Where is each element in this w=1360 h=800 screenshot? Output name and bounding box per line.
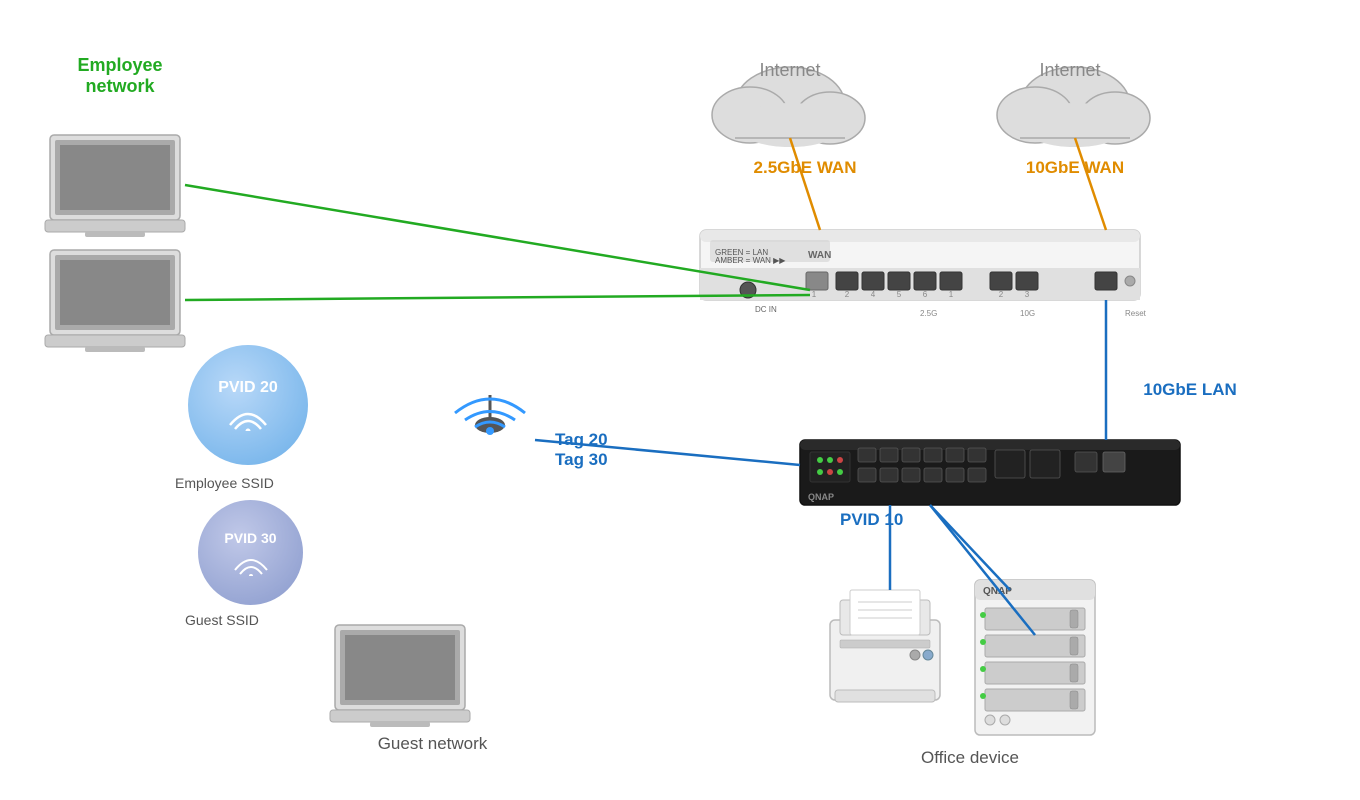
wifi-access-point — [455, 395, 525, 435]
office-device-label: Office device — [890, 748, 1050, 768]
lan-10gbe-label: 10GbE LAN — [1130, 380, 1250, 400]
wan-label-2: 10GbE WAN — [1010, 158, 1140, 178]
svg-text:QNAP: QNAP — [808, 492, 834, 502]
internet-label-1: Internet — [730, 60, 850, 81]
network-diagram: GREEN = LAN AMBER = WAN ▶▶ WAN — [0, 0, 1360, 800]
pvid-20-label: PVID 20 — [218, 379, 278, 397]
svg-text:2: 2 — [999, 290, 1004, 299]
laptop-guest — [330, 625, 470, 727]
wan-label-1: 2.5GbE WAN — [740, 158, 870, 178]
pvid-20-circle: PVID 20 — [188, 345, 308, 465]
nas-device: QNAP — [975, 580, 1095, 735]
svg-text:2.5G: 2.5G — [920, 309, 937, 318]
pvid-10-label: PVID 10 — [840, 510, 903, 530]
svg-text:WAN: WAN — [808, 250, 831, 261]
guest-network-label: Guest network — [340, 734, 525, 754]
laptop-employee-1 — [45, 135, 185, 237]
svg-text:10G: 10G — [1020, 309, 1035, 318]
pvid-30-label: PVID 30 — [224, 530, 276, 546]
svg-text:2: 2 — [845, 290, 850, 299]
svg-text:3: 3 — [1025, 290, 1030, 299]
employee-ssid-label: Employee SSID — [175, 475, 274, 491]
svg-text:4: 4 — [871, 290, 876, 299]
pvid-30-circle: PVID 30 — [198, 500, 303, 605]
tag-label: Tag 20 Tag 30 — [555, 430, 608, 470]
laptop-employee-2 — [45, 250, 185, 352]
svg-text:Reset: Reset — [1125, 309, 1147, 318]
svg-text:DC IN: DC IN — [755, 305, 777, 314]
employee-network-label: Employee network — [55, 55, 185, 97]
svg-text:AMBER = WAN ▶▶: AMBER = WAN ▶▶ — [715, 256, 786, 265]
svg-text:1: 1 — [812, 290, 817, 299]
guest-ssid-label: Guest SSID — [185, 612, 259, 628]
printer-device — [830, 590, 940, 702]
managed-switch: QNAP — [800, 440, 1180, 505]
svg-text:1: 1 — [949, 290, 954, 299]
internet-label-2: Internet — [1010, 60, 1130, 81]
svg-text:6: 6 — [923, 290, 928, 299]
tag-30-label: Tag 30 — [555, 450, 608, 470]
tag-20-label: Tag 20 — [555, 430, 608, 450]
router-wan: GREEN = LAN AMBER = WAN ▶▶ WAN — [700, 230, 1147, 318]
svg-text:5: 5 — [897, 290, 902, 299]
